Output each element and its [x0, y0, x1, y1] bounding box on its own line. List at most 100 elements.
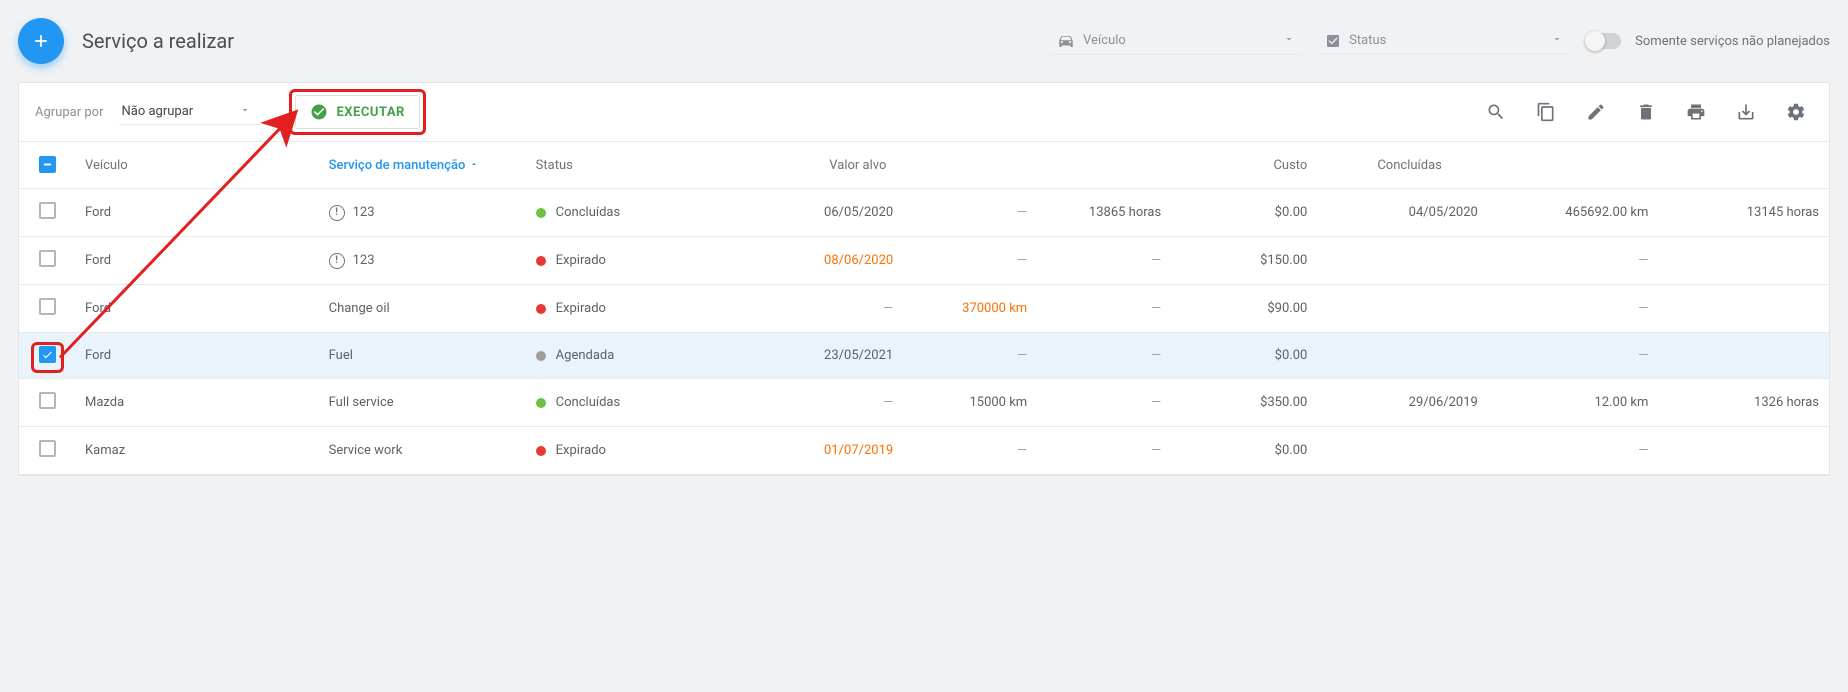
cell-value: 04/05/2020	[1317, 189, 1488, 237]
cell-value: 1326 horas	[1658, 379, 1829, 427]
cell-value: 01/07/2019	[769, 427, 903, 475]
delete-button[interactable]	[1629, 95, 1663, 129]
table-row[interactable]: FordFuelAgendada23/05/2021——$0.00—	[19, 333, 1829, 379]
cell-value: —	[1037, 285, 1171, 333]
group-by-value: Não agrupar	[121, 104, 193, 119]
cell-value: —	[1037, 237, 1171, 285]
row-checkbox[interactable]	[39, 298, 56, 315]
vehicle-filter[interactable]: Veículo	[1051, 28, 1301, 55]
group-by-select[interactable]: Não agrupar	[119, 100, 279, 125]
table-row[interactable]: FordChange oilExpirado—370000 km—$90.00—	[19, 285, 1829, 333]
cell-vehicle: Ford	[75, 189, 319, 237]
cell-vehicle: Ford	[75, 237, 319, 285]
table-row[interactable]: MazdaFull serviceConcluídas—15000 km—$35…	[19, 379, 1829, 427]
chevron-down-icon	[239, 104, 251, 120]
status-filter-placeholder: Status	[1349, 33, 1386, 48]
table-row[interactable]: Ford!123Expirado08/06/2020——$150.00—	[19, 237, 1829, 285]
cell-status: Expirado	[526, 285, 770, 333]
group-by-label: Agrupar por	[35, 105, 103, 120]
table-row[interactable]: Ford!123Concluídas06/05/2020—13865 horas…	[19, 189, 1829, 237]
row-checkbox[interactable]	[39, 440, 56, 457]
col-service[interactable]: Serviço de manutenção	[319, 142, 526, 189]
main-panel: Agrupar por Não agrupar EXECUTAR	[18, 82, 1830, 476]
cell-value: 13865 horas	[1037, 189, 1171, 237]
cell-value	[1317, 285, 1488, 333]
cell-service: Fuel	[319, 333, 526, 379]
status-dot-icon	[536, 446, 546, 456]
alert-icon: !	[329, 253, 345, 269]
gear-icon	[1786, 102, 1806, 122]
execute-button[interactable]: EXECUTAR	[295, 95, 419, 129]
status-filter[interactable]: Status	[1319, 29, 1569, 54]
cell-value: 15000 km	[903, 379, 1037, 427]
cell-cost: $350.00	[1171, 379, 1317, 427]
cell-value	[1658, 237, 1829, 285]
search-button[interactable]	[1479, 95, 1513, 129]
cell-value: 23/05/2021	[769, 333, 903, 379]
cell-service: Full service	[319, 379, 526, 427]
check-circle-icon	[310, 103, 328, 121]
select-all-checkbox[interactable]	[39, 156, 56, 173]
cell-value: 465692.00 km	[1488, 189, 1659, 237]
cell-vehicle: Ford	[75, 333, 319, 379]
cell-value: —	[1488, 333, 1659, 379]
cell-value	[1658, 285, 1829, 333]
status-dot-icon	[536, 351, 546, 361]
cell-service: !123	[319, 189, 526, 237]
chevron-down-icon	[1283, 33, 1295, 49]
chevron-down-icon	[1551, 33, 1563, 49]
page-title: Serviço a realizar	[82, 29, 234, 53]
status-dot-icon	[536, 398, 546, 408]
cell-cost: $0.00	[1171, 427, 1317, 475]
status-dot-icon	[536, 304, 546, 314]
col-status[interactable]: Status	[526, 142, 770, 189]
cell-value: —	[1037, 379, 1171, 427]
cell-value: —	[769, 285, 903, 333]
status-dot-icon	[536, 208, 546, 218]
settings-button[interactable]	[1779, 95, 1813, 129]
unplanned-only-label: Somente serviços não planejados	[1635, 34, 1830, 49]
copy-icon	[1536, 102, 1556, 122]
cell-value: —	[1488, 237, 1659, 285]
add-button[interactable]	[18, 18, 64, 64]
print-button[interactable]	[1679, 95, 1713, 129]
cell-service: !123	[319, 237, 526, 285]
unplanned-only-toggle[interactable]	[1587, 33, 1621, 49]
edit-button[interactable]	[1579, 95, 1613, 129]
cell-vehicle: Kamaz	[75, 427, 319, 475]
row-checkbox[interactable]	[39, 202, 56, 219]
cell-value: 370000 km	[903, 285, 1037, 333]
col-cost[interactable]: Custo	[1171, 142, 1317, 189]
vehicle-filter-placeholder: Veículo	[1083, 33, 1126, 48]
cell-value	[1317, 333, 1488, 379]
check-square-icon	[1325, 33, 1341, 49]
cell-value: —	[1037, 333, 1171, 379]
search-icon	[1486, 102, 1506, 122]
pencil-icon	[1586, 102, 1606, 122]
status-dot-icon	[536, 256, 546, 266]
cell-value	[1317, 237, 1488, 285]
cell-value: —	[1488, 285, 1659, 333]
cell-service: Service work	[319, 427, 526, 475]
download-icon	[1736, 102, 1756, 122]
trash-icon	[1636, 102, 1656, 122]
cell-value: —	[903, 333, 1037, 379]
cell-value	[1317, 427, 1488, 475]
cell-cost: $0.00	[1171, 189, 1317, 237]
table-row[interactable]: KamazService workExpirado01/07/2019——$0.…	[19, 427, 1829, 475]
col-target[interactable]: Valor alvo	[769, 142, 1171, 189]
cell-status: Agendada	[526, 333, 770, 379]
col-vehicle[interactable]: Veículo	[75, 142, 319, 189]
row-checkbox[interactable]	[39, 250, 56, 267]
cell-value: —	[903, 237, 1037, 285]
panel-toolbar: Agrupar por Não agrupar EXECUTAR	[19, 83, 1829, 141]
cell-status: Expirado	[526, 427, 770, 475]
copy-button[interactable]	[1529, 95, 1563, 129]
cell-value: —	[903, 189, 1037, 237]
row-checkbox[interactable]	[39, 346, 56, 363]
download-button[interactable]	[1729, 95, 1763, 129]
cell-value: —	[1488, 427, 1659, 475]
cell-service: Change oil	[319, 285, 526, 333]
row-checkbox[interactable]	[39, 392, 56, 409]
col-completed[interactable]: Concluídas	[1317, 142, 1829, 189]
